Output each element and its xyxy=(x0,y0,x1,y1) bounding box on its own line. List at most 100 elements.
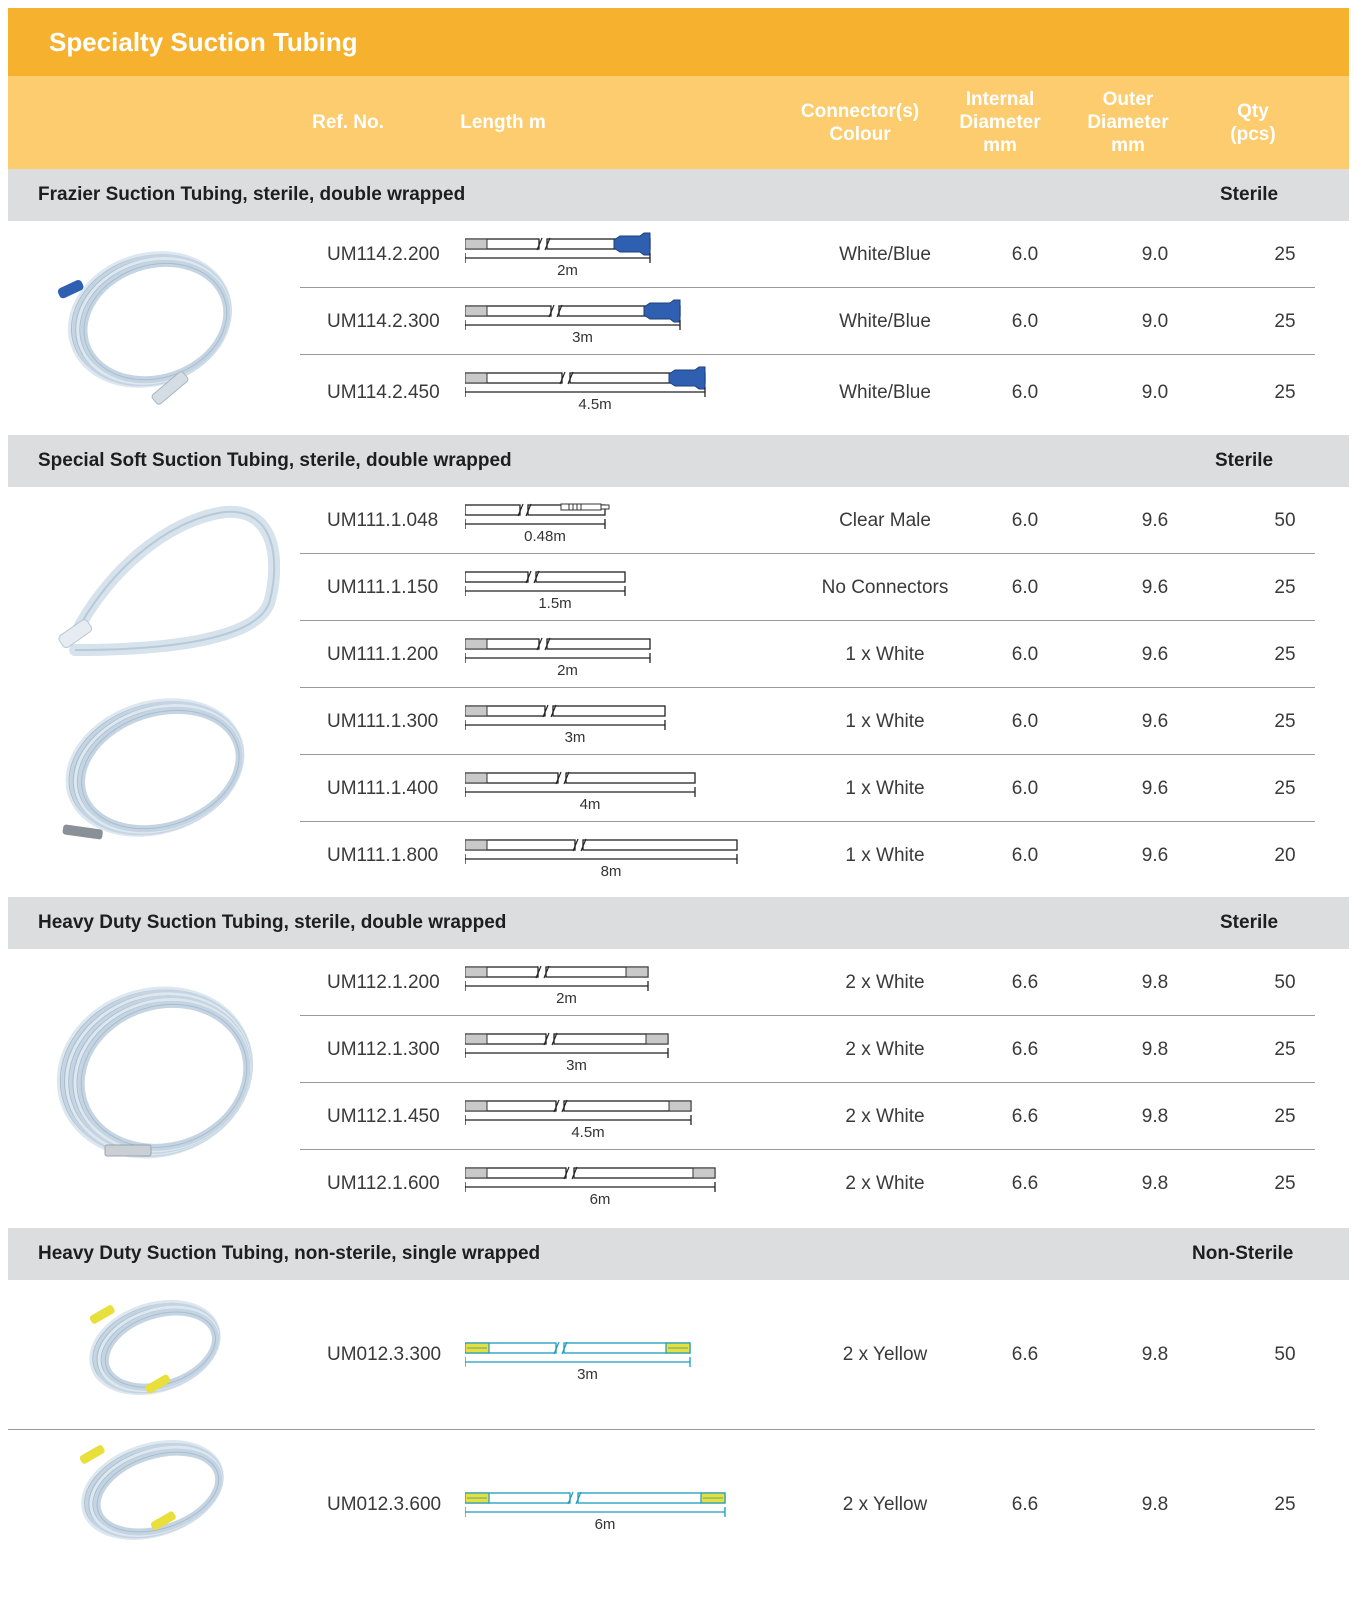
col-qty-header: Qty (pcs) xyxy=(1230,100,1276,145)
table-row: UM112.1.600 2 x White 6.6 9.8 25 6m xyxy=(0,1150,1357,1217)
sterility-status: Sterile xyxy=(1220,184,1279,205)
outer-diameter: 9.8 xyxy=(1141,1038,1169,1060)
ref-number: UM112.1.200 xyxy=(327,971,440,993)
ref-number: UM111.1.200 xyxy=(327,643,439,665)
outer-diameter: 9.6 xyxy=(1141,509,1169,531)
ref-number: UM114.2.450 xyxy=(327,381,440,403)
tubing-length-diagram: 8m xyxy=(465,838,738,880)
table-row: UM111.1.150 No Connectors 6.0 9.6 25 1.5m xyxy=(0,554,1357,621)
internal-diameter: 6.6 xyxy=(1011,1172,1039,1194)
connector-colour: White/Blue xyxy=(839,381,931,403)
quantity: 25 xyxy=(1274,1172,1296,1194)
table-row: UM012.3.300 2 x Yellow 6.6 9.8 50 3m xyxy=(0,1280,1357,1430)
quantity: 25 xyxy=(1274,381,1296,403)
quantity: 25 xyxy=(1274,643,1296,665)
length-label: 6m xyxy=(590,1191,611,1208)
col-ref-header: Ref. No. xyxy=(312,112,384,133)
table-row: UM112.1.450 2 x White 6.6 9.8 25 4.5m xyxy=(0,1083,1357,1150)
connector-colour: 2 x White xyxy=(845,1105,925,1127)
tubing-length-diagram: 6m xyxy=(465,1166,716,1208)
ref-number: UM111.1.800 xyxy=(327,845,439,866)
tubing-length-diagram: 4.5m xyxy=(465,366,706,413)
tubing-length-diagram: 3m xyxy=(465,704,666,746)
length-label: 8m xyxy=(601,863,622,880)
ref-number: UM111.1.400 xyxy=(327,777,439,799)
quantity: 50 xyxy=(1274,1344,1296,1365)
tubing-length-diagram: 3m xyxy=(465,299,681,346)
section-title: Special Soft Suction Tubing, sterile, do… xyxy=(38,450,512,471)
ref-number: UM012.3.300 xyxy=(327,1344,442,1365)
quantity: 25 xyxy=(1274,243,1296,265)
ref-number: UM112.1.450 xyxy=(327,1105,440,1127)
connector-colour: 1 x White xyxy=(845,777,925,799)
sterility-status: Sterile xyxy=(1220,912,1279,933)
internal-diameter: 6.6 xyxy=(1011,1105,1039,1127)
quantity: 25 xyxy=(1274,777,1296,799)
outer-diameter: 9.0 xyxy=(1141,310,1169,332)
ref-number: UM012.3.600 xyxy=(327,1494,442,1515)
section-header: Heavy Duty Suction Tubing, sterile, doub… xyxy=(8,897,1349,949)
connector-colour: 2 x White xyxy=(845,971,925,993)
tubing-length-diagram: 2m xyxy=(465,232,651,279)
internal-diameter: 6.0 xyxy=(1011,576,1039,598)
quantity: 20 xyxy=(1274,845,1296,866)
outer-diameter: 9.8 xyxy=(1141,971,1169,993)
outer-diameter: 9.8 xyxy=(1141,1344,1169,1365)
section-title: Heavy Duty Suction Tubing, sterile, doub… xyxy=(38,912,507,933)
quantity: 25 xyxy=(1274,1105,1296,1127)
tubing-length-diagram: 4.5m xyxy=(465,1099,692,1141)
table-row: UM114.2.300 White/Blue 6.0 9.0 25 3m xyxy=(0,288,1357,355)
ref-number: UM114.2.200 xyxy=(327,243,440,265)
section-title: Heavy Duty Suction Tubing, non-sterile, … xyxy=(38,1243,541,1264)
quantity: 50 xyxy=(1274,509,1296,531)
length-label: 3m xyxy=(566,1057,587,1074)
internal-diameter: 6.6 xyxy=(1011,971,1039,993)
sterility-status: Sterile xyxy=(1215,450,1274,471)
tubing-length-diagram: 0.48m xyxy=(465,503,610,545)
outer-diameter: 9.6 xyxy=(1141,710,1169,732)
outer-diameter: 9.6 xyxy=(1141,845,1169,866)
table-row: UM114.2.200 White/Blue 6.0 9.0 25 2m xyxy=(0,221,1357,288)
tubing-length-diagram: 2m xyxy=(465,965,649,1007)
quantity: 25 xyxy=(1274,710,1296,732)
section-header: Heavy Duty Suction Tubing, non-sterile, … xyxy=(8,1228,1349,1280)
internal-diameter: 6.6 xyxy=(1011,1494,1039,1515)
col-connector-header: Connector(s) Colour xyxy=(800,100,920,145)
sterility-status: Non-Sterile xyxy=(1192,1243,1294,1264)
outer-diameter: 9.0 xyxy=(1141,243,1169,265)
table-row: UM012.3.600 2 x Yellow 6.6 9.8 25 6m xyxy=(0,1430,1357,1580)
internal-diameter: 6.6 xyxy=(1011,1038,1039,1060)
page-title: Specialty Suction Tubing xyxy=(8,8,1349,76)
length-label: 2m xyxy=(556,990,577,1007)
table-row: UM112.1.300 2 x White 6.6 9.8 25 3m xyxy=(0,1016,1357,1083)
connector-colour: White/Blue xyxy=(839,243,931,265)
tubing-length-diagram: 3m xyxy=(465,1032,669,1074)
length-label: 3m xyxy=(572,329,593,346)
connector-colour: Clear Male xyxy=(839,509,931,531)
ref-number: UM111.1.048 xyxy=(327,509,439,531)
table-row: UM111.1.300 1 x White 6.0 9.6 25 3m xyxy=(0,688,1357,755)
length-label: 2m xyxy=(557,262,578,279)
length-label: 3m xyxy=(565,729,586,746)
outer-diameter: 9.6 xyxy=(1141,576,1169,598)
internal-diameter: 6.0 xyxy=(1011,777,1039,799)
table-row: UM111.1.400 1 x White 6.0 9.6 25 4m xyxy=(0,755,1357,822)
ref-number: UM112.1.300 xyxy=(327,1038,440,1060)
ref-number: UM114.2.300 xyxy=(327,310,440,332)
col-internal-header: Internal Diameter mm xyxy=(959,89,1041,156)
tubing-length-diagram: 1.5m xyxy=(465,570,626,612)
length-label: 4.5m xyxy=(571,1124,604,1141)
length-label: 6m xyxy=(595,1516,616,1533)
internal-diameter: 6.6 xyxy=(1011,1344,1039,1365)
connector-colour: White/Blue xyxy=(839,310,931,332)
ref-number: UM112.1.600 xyxy=(327,1172,440,1194)
connector-colour: 2 x Yellow xyxy=(842,1494,928,1515)
internal-diameter: 6.0 xyxy=(1011,381,1039,403)
table-header: Ref. No. Length m Connector(s) Colour In… xyxy=(8,76,1349,169)
length-label: 0.48m xyxy=(524,528,566,545)
connector-colour: 2 x Yellow xyxy=(842,1344,928,1365)
length-label: 3m xyxy=(577,1366,598,1383)
table-row: UM111.1.800 1 x White 6.0 9.6 20 8m xyxy=(0,822,1357,890)
section-header: Special Soft Suction Tubing, sterile, do… xyxy=(8,435,1349,487)
connector-colour: 1 x White xyxy=(845,845,925,866)
